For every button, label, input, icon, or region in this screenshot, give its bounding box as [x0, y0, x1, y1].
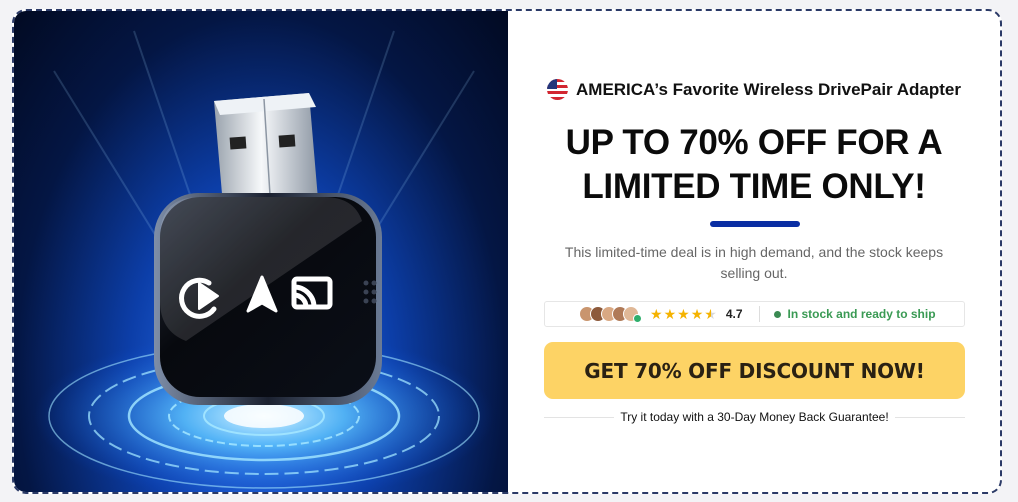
product-card: AMERICA’s Favorite Wireless DrivePair Ad…: [12, 9, 1002, 494]
discount-cta-button[interactable]: GET 70% OFF DISCOUNT NOW!: [544, 342, 965, 399]
star-rating: ★ ★ ★ ★ ★: [650, 307, 717, 321]
headline-line-2: LIMITED TIME ONLY!: [582, 167, 926, 206]
us-flag-icon: [547, 79, 568, 100]
page-title: UP TO 70% OFF FOR A LIMITED TIME ONLY!: [528, 121, 980, 209]
product-hero-image: [14, 11, 508, 492]
avatar: [633, 313, 642, 323]
brand-tagline: AMERICA’s Favorite Wireless DrivePair Ad…: [508, 79, 1000, 100]
stock-status-text: In stock and ready to ship: [787, 307, 936, 321]
brand-tagline-text: AMERICA’s Favorite Wireless DrivePair Ad…: [576, 79, 961, 99]
half-star-icon: ★: [704, 306, 717, 322]
customer-avatars: [579, 305, 642, 323]
headline-line-1: UP TO 70% OFF FOR A: [565, 123, 943, 162]
offer-panel: AMERICA’s Favorite Wireless DrivePair Ad…: [508, 11, 1000, 492]
star-icon: ★: [690, 306, 704, 322]
divider: [758, 306, 760, 322]
accent-divider: [710, 221, 800, 227]
status-dot-icon: [773, 310, 781, 318]
adapter-illustration: [34, 30, 494, 492]
stock-status: In stock and ready to ship: [773, 307, 936, 321]
guarantee-text: Try it today with a 30-Day Money Back Gu…: [544, 410, 965, 424]
star-icon: ★: [650, 306, 663, 322]
star-icon: ★: [677, 306, 690, 322]
rating-value: 4.7: [725, 307, 743, 321]
offer-description: This limited-time deal is in high demand…: [564, 244, 944, 281]
star-icon: ★: [663, 306, 677, 322]
social-proof-bar: ★ ★ ★ ★ ★ 4.7 In stock and ready to ship: [544, 301, 965, 327]
